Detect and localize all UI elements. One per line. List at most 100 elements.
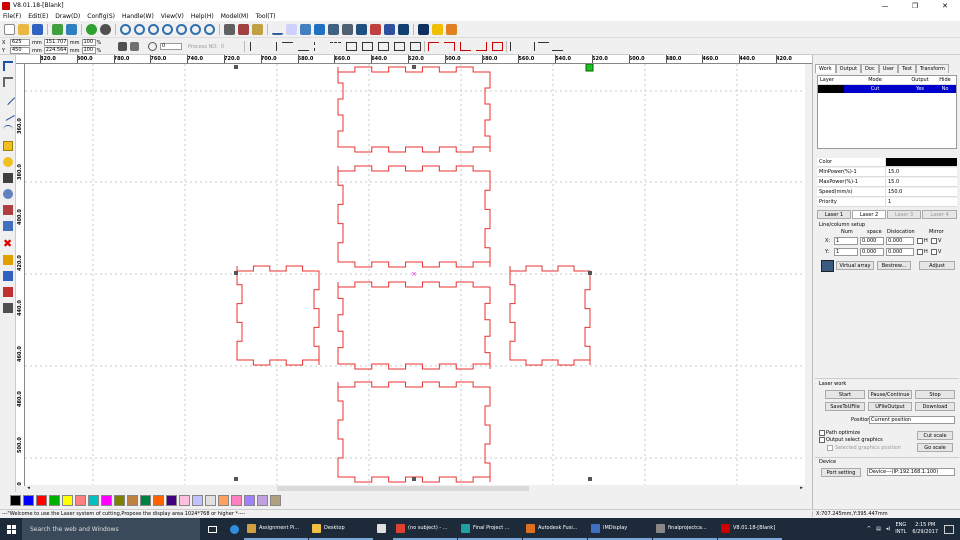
align-left-icon[interactable] — [250, 42, 261, 51]
curve-tool-icon[interactable] — [3, 125, 13, 135]
menu-draw[interactable]: Draw(D) — [55, 13, 80, 20]
table-row[interactable]: Cut Yes No — [818, 85, 956, 93]
start-button[interactable] — [0, 524, 22, 534]
language-indicator[interactable]: ENG INTL — [895, 522, 906, 536]
x-dislocation-input[interactable]: 0.000 — [886, 237, 914, 245]
play-icon[interactable] — [86, 24, 97, 35]
menu-edit[interactable]: Edit(E) — [28, 13, 48, 20]
tab-test[interactable]: Test — [898, 64, 916, 73]
taskbar-app[interactable]: IMDisplay — [588, 518, 652, 540]
menu-tool[interactable]: Tool(T) — [256, 13, 276, 20]
transform-icon[interactable] — [300, 24, 311, 35]
task-view-icon[interactable] — [200, 525, 224, 533]
same-size-icon[interactable] — [378, 42, 389, 51]
color-swatch[interactable] — [49, 495, 60, 506]
color-swatch[interactable] — [231, 495, 242, 506]
ufile-output-button[interactable]: UFileOutput — [868, 402, 912, 411]
select-arrow-icon[interactable] — [3, 61, 13, 71]
node-edit-icon[interactable] — [238, 24, 249, 35]
device-select[interactable]: Device---(IP:192.168.1.100) — [867, 468, 955, 476]
grid-array-icon[interactable] — [3, 221, 13, 231]
color-swatch[interactable] — [153, 495, 164, 506]
clock[interactable]: 2:15 PM 6/29/2017 — [912, 522, 938, 536]
menu-handle[interactable]: Handle(W) — [122, 13, 154, 20]
color-swatch[interactable] — [75, 495, 86, 506]
edge-icon[interactable] — [224, 524, 244, 534]
rotate-angle-input[interactable]: 0 — [160, 43, 182, 50]
align-icon[interactable] — [328, 24, 339, 35]
minimize-button[interactable]: — — [870, 2, 900, 10]
align-right-icon[interactable] — [266, 42, 277, 51]
prop-min-power-value[interactable]: 15.0 — [885, 168, 957, 176]
flag-icon[interactable] — [3, 287, 13, 297]
zoom-all-icon[interactable] — [204, 24, 215, 35]
color-swatch[interactable] — [101, 495, 112, 506]
tab-work[interactable]: Work — [815, 64, 836, 73]
align-top-icon[interactable] — [282, 42, 293, 51]
taskbar-app[interactable]: finalprojectca... — [653, 518, 717, 540]
color-swatch[interactable] — [88, 495, 99, 506]
warning-icon[interactable] — [3, 255, 13, 265]
color-swatch[interactable] — [257, 495, 268, 506]
rectangle-tool-icon[interactable] — [3, 141, 13, 151]
taskbar-app[interactable]: (no subject) - ... — [393, 518, 457, 540]
laser1-tab[interactable]: Laser 1 — [817, 210, 851, 219]
settings-star-icon[interactable] — [432, 24, 443, 35]
menu-config[interactable]: Config(S) — [87, 13, 115, 20]
group-icon[interactable] — [356, 24, 367, 35]
color-swatch[interactable] — [36, 495, 47, 506]
scroll-right-icon[interactable]: ▸ — [798, 485, 805, 492]
layer-mode[interactable]: Cut — [844, 86, 906, 92]
move-bottomright-icon[interactable] — [476, 42, 487, 51]
color-swatch[interactable] — [179, 495, 190, 506]
horizontal-scrollbar[interactable]: ◂ ▸ — [25, 485, 805, 492]
menu-help[interactable]: Help(H) — [191, 13, 214, 20]
rotate-icon[interactable] — [148, 42, 157, 51]
preview-icon[interactable] — [398, 24, 409, 35]
prop-priority-value[interactable]: 1 — [885, 198, 957, 206]
color-swatch[interactable] — [10, 495, 21, 506]
move-topright-icon[interactable] — [444, 42, 455, 51]
y-space-input[interactable]: 0.000 — [860, 248, 884, 256]
volume-icon[interactable]: ◂) — [886, 526, 890, 532]
taskbar-app[interactable]: Autodesk Fusi... — [523, 518, 587, 540]
curve-icon[interactable] — [272, 24, 283, 35]
port-setting-button[interactable]: Port setting — [821, 468, 861, 477]
zoom-window-icon[interactable] — [148, 24, 159, 35]
y-dislocation-input[interactable]: 0.000 — [886, 248, 914, 256]
laser4-tab[interactable]: Laser 4 — [922, 210, 957, 219]
x-mirror-v-checkbox[interactable] — [931, 238, 937, 244]
zoom-page-icon[interactable] — [176, 24, 187, 35]
stop-button[interactable]: Stop — [915, 390, 955, 399]
pause-continue-button[interactable]: Pause/Continue — [868, 390, 912, 399]
dock-bottom-icon[interactable] — [552, 42, 563, 51]
mirror-icon[interactable] — [130, 42, 139, 51]
selected-graphics-checkbox[interactable] — [827, 445, 833, 451]
download-button[interactable]: Download — [915, 402, 955, 411]
taskbar-search[interactable]: Search the web and Windows — [22, 518, 200, 540]
laser-icon[interactable] — [370, 24, 381, 35]
laser2-tab[interactable]: Laser 2 — [852, 210, 886, 219]
color-swatch[interactable] — [244, 495, 255, 506]
taskbar-app[interactable] — [374, 518, 392, 540]
layer-output[interactable]: Yes — [906, 86, 934, 92]
array-icon[interactable] — [314, 24, 325, 35]
taskbar-app[interactable]: Final Project ... — [458, 518, 522, 540]
x-space-input[interactable]: 0.000 — [860, 237, 884, 245]
layer-color-swatch[interactable] — [818, 85, 844, 93]
start-button[interactable]: Start — [825, 390, 865, 399]
delete-x-icon[interactable]: ✖ — [3, 238, 13, 249]
y-mirror-h-checkbox[interactable] — [917, 249, 923, 255]
export-icon[interactable] — [66, 24, 77, 35]
save-icon[interactable] — [32, 24, 43, 35]
tab-transform[interactable]: Transform — [915, 64, 949, 73]
color-swatch[interactable] — [166, 495, 177, 506]
dock-left-icon[interactable] — [510, 42, 521, 51]
menu-file[interactable]: File(F) — [3, 13, 21, 20]
align-center-h-icon[interactable] — [314, 42, 325, 51]
width-input[interactable]: 151.707 — [43, 39, 68, 46]
y-scale-input[interactable]: 100 — [81, 47, 96, 54]
move-topleft-icon[interactable] — [428, 42, 439, 51]
point-tool-icon[interactable] — [3, 189, 13, 199]
taskbar-app[interactable]: Assignment Pi... — [244, 518, 308, 540]
